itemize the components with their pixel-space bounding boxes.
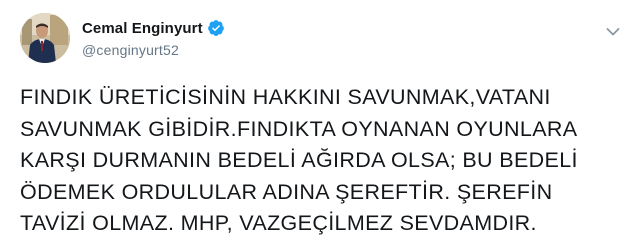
verified-badge-icon <box>207 19 225 37</box>
avatar[interactable] <box>20 13 70 63</box>
tweet-card: Cemal Enginyurt @cenginyurt52 FINDIK ÜRE… <box>0 0 640 248</box>
user-handle[interactable]: @cenginyurt52 <box>82 42 225 58</box>
chevron-down-icon[interactable] <box>606 24 620 36</box>
tweet-text: FINDIK ÜRETİCİSİNİN HAKKINI SAVUNMAK,VAT… <box>20 85 578 235</box>
display-name[interactable]: Cemal Enginyurt <box>82 20 203 37</box>
tweet-header: Cemal Enginyurt @cenginyurt52 <box>82 18 225 58</box>
name-row: Cemal Enginyurt <box>82 18 225 38</box>
avatar-image <box>20 13 70 63</box>
